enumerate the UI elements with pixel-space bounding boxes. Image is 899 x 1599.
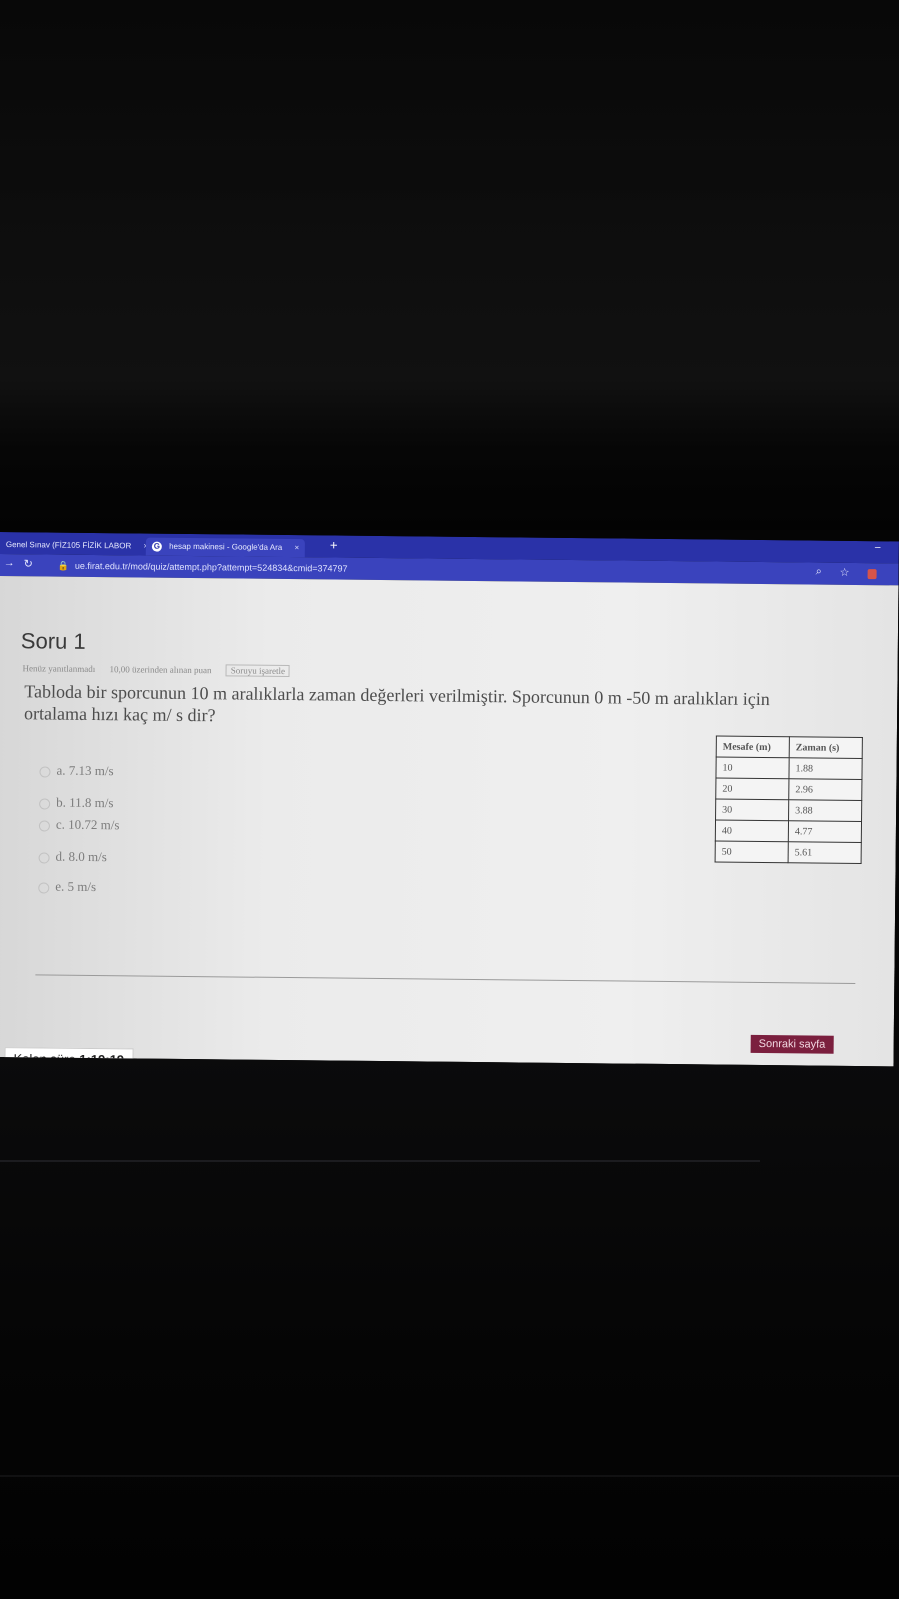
answer-option-d[interactable]: d. 8.0 m/s — [38, 848, 107, 865]
google-icon: G — [151, 541, 162, 552]
photo-background-top — [0, 0, 899, 530]
close-tab-icon[interactable]: × — [294, 543, 299, 552]
question-points: 10,00 üzerinden alınan puan — [109, 664, 212, 676]
radio-icon[interactable] — [39, 765, 51, 778]
photo-background-bottom — [0, 1050, 899, 1599]
tab-exam[interactable]: Genel Sınav (FİZ105 FİZİK LABOR × — [0, 536, 154, 556]
radio-icon[interactable] — [38, 851, 50, 864]
distance-time-table: Mesafe (m) Zaman (s) 10 1.88 20 2.96 30 … — [714, 735, 863, 865]
next-page-button[interactable]: Sonraki sayfa — [750, 1034, 834, 1054]
table-cell: 4.77 — [788, 820, 862, 843]
table-row: 50 5.61 — [715, 841, 862, 864]
extension-icon[interactable] — [867, 569, 877, 580]
table-cell: 10 — [715, 757, 790, 779]
new-tab-button[interactable]: + — [330, 537, 338, 552]
table-row: 30 3.88 — [715, 799, 862, 822]
column-header: Mesafe (m) — [716, 736, 790, 758]
radio-icon[interactable] — [38, 881, 50, 894]
table-cell: 5.61 — [788, 841, 862, 864]
screen-glare — [0, 1160, 760, 1162]
reload-icon[interactable]: ↻ — [24, 557, 33, 570]
table-header-row: Mesafe (m) Zaman (s) — [716, 736, 863, 759]
table-cell: 30 — [715, 799, 789, 821]
question-status: Henüz yanıtlanmadı — [22, 663, 96, 675]
table-cell: 3.88 — [788, 799, 862, 822]
lock-icon: 🔒 — [57, 560, 69, 571]
answer-option-c[interactable]: c. 10.72 m/s — [38, 816, 120, 833]
radio-icon[interactable] — [38, 819, 50, 832]
divider — [35, 974, 856, 984]
radio-icon[interactable] — [39, 797, 51, 810]
table-row: 20 2.96 — [715, 778, 862, 801]
question-title: Soru 1 — [20, 628, 86, 654]
table-cell: 1.88 — [788, 757, 863, 780]
zoom-icon[interactable]: ⌕ — [816, 566, 822, 579]
url-text: ue.firat.edu.tr/mod/quiz/attempt.php?att… — [74, 560, 348, 574]
flag-question-button[interactable]: Soruyu işaretle — [225, 664, 291, 678]
monitor-screen: Genel Sınav (FİZ105 FİZİK LABOR × G hesa… — [0, 532, 899, 1067]
tab-google-search[interactable]: G hesap makinesi - Google'da Ara × — [145, 537, 306, 558]
table-cell: 2.96 — [788, 778, 862, 801]
table-cell: 20 — [715, 778, 789, 800]
screen-glare — [0, 1475, 899, 1477]
table-row: 10 1.88 — [715, 757, 863, 780]
tab-label: hesap makinesi - Google'da Ara — [169, 541, 283, 552]
forward-icon[interactable]: → — [4, 557, 15, 569]
table-cell: 40 — [715, 820, 789, 842]
answer-option-b[interactable]: b. 11.8 m/s — [39, 794, 114, 811]
minimize-icon[interactable]: – — [875, 542, 881, 553]
answer-option-a[interactable]: a. 7.13 m/s — [39, 762, 114, 779]
quiz-page: Soru 1 Henüz yanıtlanmadı 10,00 üzerinde… — [0, 575, 899, 1067]
table-row: 40 4.77 — [715, 820, 862, 843]
answer-option-e[interactable]: e. 5 m/s — [38, 878, 96, 895]
table-cell: 50 — [715, 841, 789, 863]
question-info: Henüz yanıtlanmadı 10,00 üzerinden alına… — [22, 663, 303, 678]
column-header: Zaman (s) — [789, 736, 863, 759]
bookmark-star-icon[interactable]: ☆ — [840, 566, 850, 579]
question-text: Tabloda bir sporcunun 10 m aralıklarla z… — [23, 681, 770, 726]
tab-label: Genel Sınav (FİZ105 FİZİK LABOR — [5, 540, 132, 551]
